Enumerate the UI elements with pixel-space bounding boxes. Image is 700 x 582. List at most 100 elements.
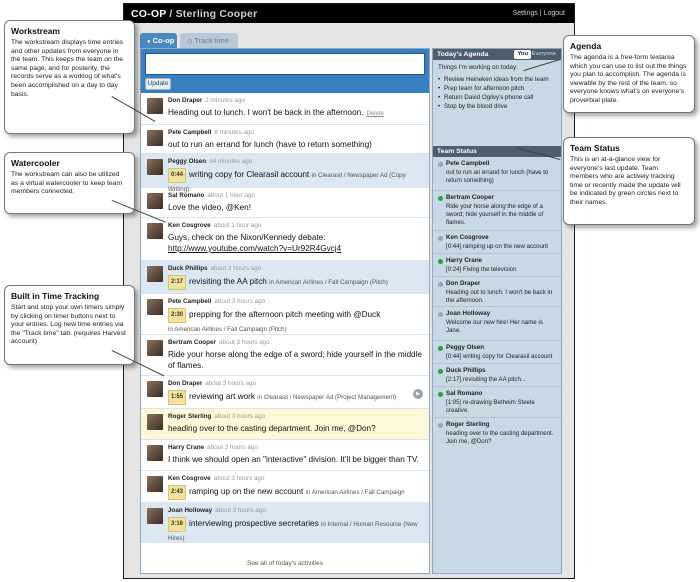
status-dot-icon	[438, 346, 443, 351]
status-name[interactable]: Pete Campbell	[446, 160, 489, 167]
app-window: CO-OP / Sterling Cooper Settings | Logou…	[123, 3, 575, 579]
toggle-everyone[interactable]: Everyone	[529, 50, 560, 59]
settings-link[interactable]: Settings	[513, 10, 538, 17]
entry-author[interactable]: Ken Cosgrove	[168, 475, 211, 482]
status-name[interactable]: Sal Romano	[446, 390, 482, 397]
avatar	[147, 340, 163, 356]
entry-project: in Clearasil / Newspaper Ad (Project Man…	[257, 394, 397, 401]
entry-time: about 2 hours ago	[210, 265, 262, 272]
status-dot-icon	[438, 196, 443, 201]
tab-track-time-label: Track time	[194, 36, 229, 45]
update-button[interactable]: Update	[145, 78, 171, 90]
team-name: Sterling Cooper	[175, 8, 258, 20]
timer-badge[interactable]: 0:44	[168, 168, 187, 183]
entry-project: in American Airlines / Fall Campaign (Pi…	[168, 326, 287, 333]
status-row: Joan Holloway Welcome our new hire! Her n…	[433, 307, 561, 341]
entry-time: about 1 hour ago	[213, 222, 262, 229]
time-entry-row: Don Draper about 3 hours ago 1:55 reviewin…	[141, 376, 429, 409]
avatar	[147, 299, 163, 315]
status-name[interactable]: Joan Holloway	[446, 310, 490, 317]
timer-badge[interactable]: 2:43	[168, 485, 187, 500]
play-icon[interactable]: ▶	[413, 389, 423, 399]
timer-badge[interactable]: 1:55	[168, 390, 187, 405]
entry-time: about 1 hour ago	[207, 192, 256, 199]
tab-track-time[interactable]: ◷ Track time	[180, 33, 238, 48]
status-dot-icon	[438, 162, 443, 167]
entry-author[interactable]: Duck Phillips	[168, 265, 208, 272]
update-input[interactable]	[145, 53, 425, 75]
agenda-item: Stop by the blood drive	[438, 102, 558, 111]
avatar	[147, 476, 163, 492]
callout-title: Watercooler	[11, 158, 60, 168]
status-name[interactable]: Duck Phillips	[446, 367, 486, 374]
entry-author[interactable]: Sal Romano	[168, 192, 204, 199]
agenda-intro: Things I'm working on today:	[438, 64, 518, 71]
delete-link[interactable]: Delete	[366, 111, 383, 117]
entry-text: heading over to the casting department. …	[168, 424, 376, 433]
avatar	[147, 130, 163, 146]
status-dot-icon	[438, 369, 443, 374]
status-row: Bertram Cooper Ride your horse along the …	[433, 191, 561, 231]
entry-project: in American Airlines / Fall Campaign (Pi…	[269, 279, 388, 286]
avatar	[147, 414, 163, 430]
status-text: heading over to the casting department. …	[446, 430, 554, 445]
composer: Update	[141, 49, 429, 93]
entry-author[interactable]: Pete Campbell	[168, 129, 211, 136]
entry-link[interactable]: http://www.youtube.com/watch?v=Ur92R4Gvc…	[168, 244, 341, 253]
entry-author[interactable]: Joan Holloway	[168, 507, 212, 514]
status-dot-icon	[438, 392, 443, 397]
status-row: Duck Phillips [2:17] revisiting the AA pi…	[433, 364, 561, 387]
entry-text: out to run an errand for lunch (have to …	[168, 140, 372, 149]
status-name[interactable]: Don Draper	[446, 280, 480, 287]
entry-author[interactable]: Roger Sterling	[168, 413, 211, 420]
agenda-item: Review Heineken ideas from the team	[438, 75, 558, 84]
clock-icon: ◷	[187, 39, 193, 45]
status-dot-icon	[438, 423, 443, 428]
entry-row: Bertram Cooper about 3 hours ago Ride you…	[141, 335, 429, 376]
entry-text: writing copy for Clearasil account	[189, 170, 310, 179]
avatar	[147, 508, 163, 524]
entry-author[interactable]: Don Draper	[168, 97, 202, 104]
logout-link[interactable]: Logout	[544, 10, 565, 17]
callout-title: Workstream	[11, 26, 60, 36]
entry-row: Pete Campbell 8 minutes ago out to run an…	[141, 125, 429, 154]
status-row: Roger Sterling heading over to the castin…	[433, 418, 561, 451]
status-name[interactable]: Roger Sterling	[446, 421, 489, 428]
status-dot-icon	[438, 259, 443, 264]
status-text: [2:17] revisiting the AA pitch...	[446, 376, 526, 383]
status-name[interactable]: Bertram Cooper	[446, 194, 494, 201]
status-dot-icon	[438, 312, 443, 317]
status-dot-icon	[438, 236, 443, 241]
entry-text: ramping up on the new account	[189, 487, 304, 496]
entry-author[interactable]: Ken Cosgrove	[168, 222, 211, 229]
status-row: Pete Campbell out to run an errand for lu…	[433, 157, 561, 191]
avatar	[147, 381, 163, 397]
brand-separator: /	[166, 8, 176, 20]
time-entry-row: Peggy Olsen 34 minutes ago 0:44 writing co…	[141, 154, 429, 193]
time-entry-row: Joan Holloway about 3 hours ago 3:18 inter…	[141, 503, 429, 543]
entry-author[interactable]: Pete Campbell	[168, 298, 211, 305]
status-name[interactable]: Peggy Olsen	[446, 344, 484, 351]
agenda-textarea[interactable]: Review Heineken ideas from the team Prep…	[438, 75, 558, 111]
entry-time: about 3 hours ago	[205, 380, 257, 387]
entry-row: Harry Crane about 3 hours ago I think we …	[141, 440, 429, 471]
entry-author[interactable]: Don Draper	[168, 380, 202, 387]
brand-title: CO-OP / Sterling Cooper	[131, 8, 257, 20]
status-name[interactable]: Harry Crane	[446, 257, 482, 264]
time-entry-row: Duck Phillips about 2 hours ago 2:17 revis…	[141, 261, 429, 294]
tab-coop[interactable]: ● Co-op	[140, 33, 177, 48]
app-body: ● Co-op ◷ Track time Update Don Draper 2 mi…	[124, 23, 574, 578]
status-text: out to run an errand for lunch (have to …	[446, 169, 549, 184]
entry-author[interactable]: Harry Crane	[168, 444, 204, 451]
timer-badge[interactable]: 3:18	[168, 517, 187, 532]
callout-title: Team Status	[570, 143, 620, 153]
team-status-callout: Team Status This is an at-a-glance view …	[563, 137, 695, 225]
timer-badge[interactable]: 2:17	[168, 275, 187, 290]
see-all-link[interactable]: See all of today's activities	[141, 560, 429, 567]
entry-time: about 3 hours ago	[214, 298, 266, 305]
timer-badge[interactable]: 2:30	[168, 308, 187, 323]
entry-row: Sal Romano about 1 hour ago Love the vide…	[141, 188, 429, 218]
entry-author[interactable]: Peggy Olsen	[168, 158, 206, 165]
entry-author[interactable]: Bertram Cooper	[168, 339, 216, 346]
status-name[interactable]: Ken Cosgrove	[446, 234, 489, 241]
